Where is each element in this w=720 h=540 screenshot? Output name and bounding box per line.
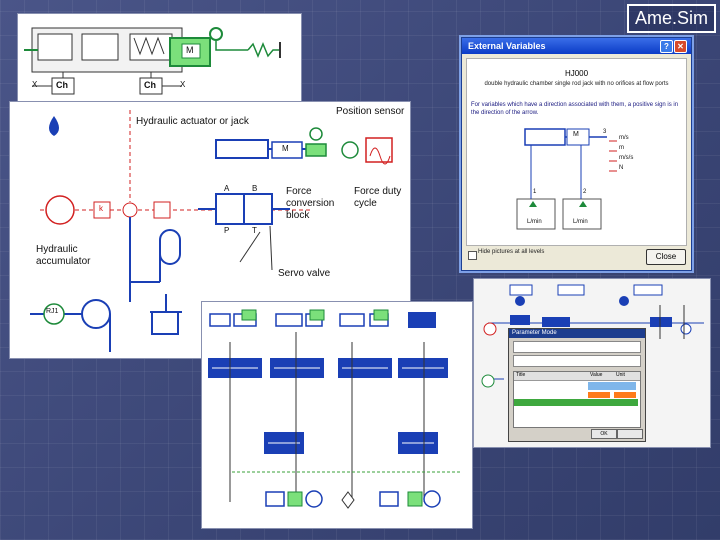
label-position-sensor: Position sensor [336,106,405,117]
mass-label-top: M [186,45,194,55]
parameter-mode-window: Parameter Mode Title Value Unit OK [508,328,646,442]
label-force-block: Force conversion block [286,186,335,221]
param-col-unit: Unit [616,372,625,378]
dialog-unit-0: m/s [619,135,629,141]
label-port-t: T [252,226,257,235]
label-flow-source: RJ1 [46,308,59,315]
dialog-flow-unit-1: L/min [527,219,542,225]
param-table: Title Value Unit [513,371,641,428]
param-row-3[interactable] [514,399,638,406]
label-servo-valve: Servo valve [278,268,331,279]
label-duty-cycle: Force duty cycle [354,186,402,209]
param-col-value: Value [590,372,603,378]
param-filter-field[interactable] [513,355,641,367]
external-variables-dialog: External Variables ? ✕ HJ000 double hydr… [461,37,692,271]
dialog-titlebar: External Variables ? ✕ [462,38,691,54]
dialog-body: HJ000 double hydraulic chamber single ro… [466,58,687,246]
help-icon[interactable]: ? [660,40,673,53]
dialog-unit-2: m/s/s [619,155,634,161]
chamber-label-left: Ch [56,80,68,90]
dialog-mass-label: M [573,131,579,138]
param-table-header: Title Value Unit [514,372,640,381]
param-window-title: Parameter Mode [509,329,645,338]
param-row-4[interactable] [588,382,636,390]
dialog-port-3: 3 [603,129,607,135]
chamber-label-right: Ch [144,80,156,90]
port-x-left: X [32,80,38,89]
dialog-unit-1: m [619,145,624,151]
dialog-unit-3: N [619,165,624,171]
label-port-p: P [224,226,230,235]
dialog-flow-unit-2: L/min [573,219,588,225]
component-library-panel [202,302,472,528]
label-port-a: A [224,184,230,193]
top-circuit-panel: Ch Ch X X M [18,14,301,102]
dialog-title: External Variables [468,41,546,51]
label-port-b: B [252,184,258,193]
param-row-2[interactable] [614,392,636,398]
port-x-right: X [180,80,186,89]
hide-pictures-label: Hide pictures at all levels [478,249,545,255]
hide-pictures-checkbox[interactable] [468,251,477,260]
param-col-title: Title [516,372,526,378]
slide-title: Ame.Sim [626,4,716,33]
label-actuator: Hydraulic actuator or jack [136,116,249,127]
dialog-port-1: 1 [533,189,537,195]
label-spring-k: k [99,204,103,213]
param-row-1[interactable] [588,392,610,398]
close-button[interactable]: Close [646,249,686,265]
label-mass: M [282,144,289,153]
close-icon[interactable]: ✕ [674,40,687,53]
label-accumulator: Hydraulic accumulator [36,244,91,267]
param-ok-button[interactable]: OK [591,429,617,439]
param-path-field[interactable] [513,341,641,353]
component-library-svg [208,309,462,509]
param-cancel-button[interactable] [617,429,643,439]
dialog-schematic-svg [516,128,617,230]
dialog-port-2: 2 [583,189,587,195]
